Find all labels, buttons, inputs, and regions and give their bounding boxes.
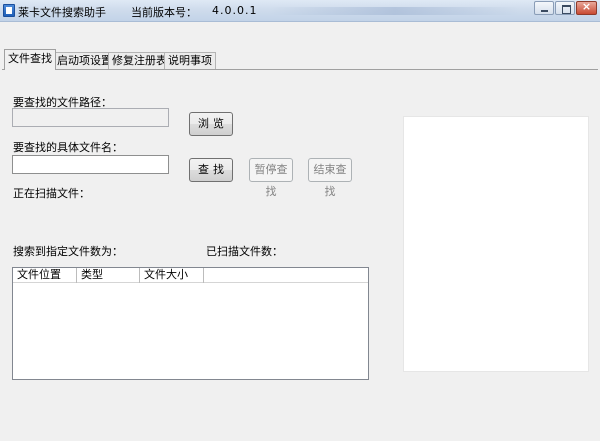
tab-file-search[interactable]: 文件查找 (4, 49, 56, 70)
scanning-label: 正在扫描文件： (13, 187, 90, 200)
tab-repair-registry[interactable]: 修复注册表 (108, 52, 171, 69)
maximize-button[interactable] (555, 1, 575, 15)
title-bar[interactable]: 莱卡文件搜索助手 当前版本号： 4.0.0.1 × (0, 0, 600, 22)
window-title: 莱卡文件搜索助手 (18, 6, 106, 19)
results-header: 文件位置 类型 文件大小 (13, 268, 368, 283)
preview-panel (403, 116, 589, 372)
version-label: 当前版本号： (131, 6, 197, 19)
app-icon (3, 4, 15, 17)
tab-notes[interactable]: 说明事项 (164, 52, 216, 69)
pause-button[interactable]: 暂停查找 (249, 158, 293, 198)
scanned-count-label: 已扫描文件数： (206, 245, 283, 258)
tab-startup-settings[interactable]: 启动项设置 (53, 52, 116, 69)
find-button[interactable]: 查找 (189, 158, 233, 182)
filename-input[interactable] (12, 155, 169, 174)
close-button[interactable]: × (576, 0, 597, 15)
close-icon: × (581, 0, 592, 13)
column-header-location[interactable]: 文件位置 (13, 268, 77, 283)
stop-button[interactable]: 结束查找 (308, 158, 352, 198)
tab-divider (2, 69, 598, 70)
path-input[interactable] (12, 108, 169, 127)
browse-button[interactable]: 浏览 (189, 112, 233, 136)
title-bar-blur (270, 7, 520, 15)
column-header-size[interactable]: 文件大小 (140, 268, 204, 283)
column-header-type[interactable]: 类型 (77, 268, 140, 283)
found-count-label: 搜索到指定文件数为： (13, 245, 123, 258)
version-value: 4.0.0.1 (212, 4, 258, 17)
results-list[interactable]: 文件位置 类型 文件大小 (12, 267, 369, 380)
minimize-button[interactable] (534, 1, 554, 15)
filename-label: 要查找的具体文件名： (13, 141, 123, 154)
